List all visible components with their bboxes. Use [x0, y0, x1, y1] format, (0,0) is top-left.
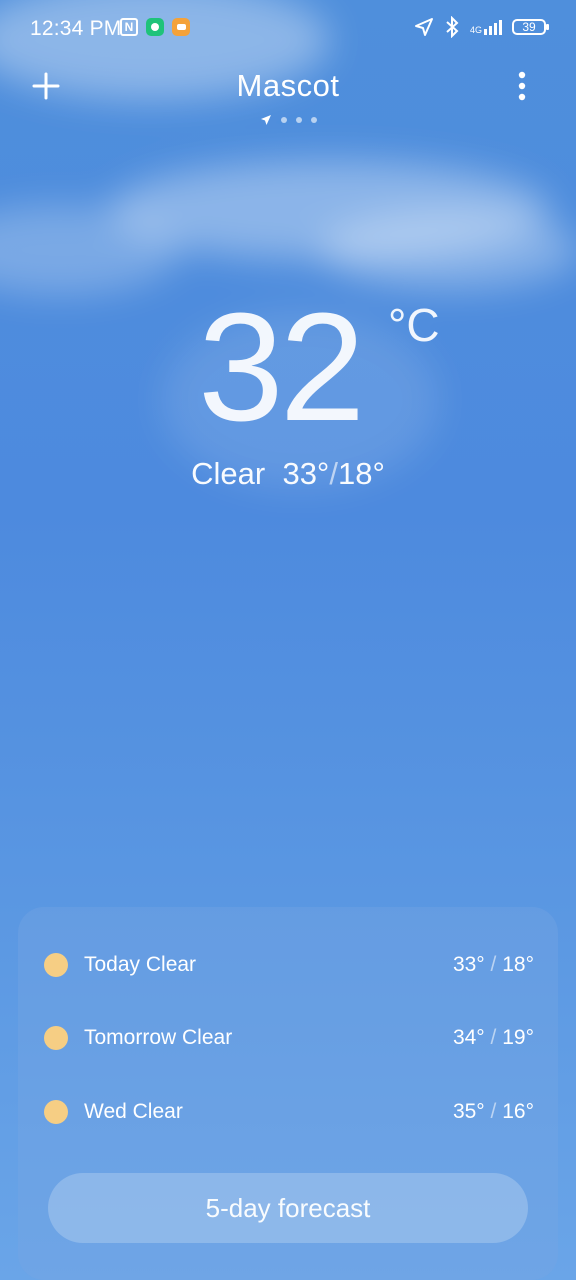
page-dot: [310, 117, 317, 123]
forecast-day-label: Wed Clear: [84, 1100, 183, 1123]
battery-level: 39: [522, 20, 536, 34]
more-vertical-icon: [518, 71, 526, 101]
city-name[interactable]: Mascot: [0, 68, 576, 104]
page-dot: [295, 117, 302, 123]
forecast-card: Today Clear 33° / 18° Tomorrow Clear 34°…: [18, 907, 558, 1280]
bluetooth-icon: [446, 16, 459, 38]
page-dot: [280, 117, 287, 123]
more-options-button[interactable]: [508, 68, 536, 104]
forecast-high: 33°: [452, 953, 485, 976]
forecast-day-label: Today Clear: [84, 953, 197, 976]
forecast-high: 35°: [452, 1100, 485, 1123]
forecast-low: 19°: [502, 1026, 534, 1049]
temperature-unit: °C: [388, 299, 440, 351]
sun-icon: [44, 953, 68, 977]
battery-icon: 39: [512, 19, 549, 35]
current-high: 33°: [282, 456, 330, 491]
notification-icons: N: [120, 18, 190, 36]
network-type: 4G: [469, 24, 482, 35]
current-condition: Clear: [191, 456, 266, 491]
current-low: 18°: [337, 456, 385, 491]
status-bar: 12:34 PM N 4G 39: [0, 0, 576, 60]
status-time: 12:34 PM: [30, 17, 122, 40]
five-day-forecast-button[interactable]: 5-day forecast: [48, 1173, 528, 1243]
nfc-icon: N: [120, 18, 138, 36]
forecast-low: 16°: [502, 1100, 534, 1123]
forecast-low: 18°: [502, 953, 534, 976]
location-icon: [414, 18, 433, 36]
forecast-temp-range: 33° / 18°: [452, 953, 534, 976]
sun-icon: [44, 1100, 68, 1124]
system-icons: 4G 39: [414, 16, 549, 38]
signal-icon: 4G: [469, 19, 502, 35]
forecast-temp-range: 35° / 16°: [452, 1100, 534, 1123]
current-temperature: 32: [198, 281, 365, 453]
forecast-temp-range: 34° / 19°: [452, 1026, 534, 1049]
location-arrow-icon: [260, 115, 271, 125]
forecast-high: 34°: [452, 1026, 485, 1049]
forecast-day-label: Tomorrow Clear: [84, 1026, 233, 1049]
forecast-row-tomorrow[interactable]: Tomorrow Clear 34° / 19°: [44, 1018, 534, 1058]
sun-icon: [44, 1026, 68, 1050]
page-indicator: [0, 114, 576, 126]
current-summary: Clear 33°/18°: [191, 456, 385, 491]
forecast-row-wed[interactable]: Wed Clear 35° / 16°: [44, 1092, 534, 1132]
message-icon: [172, 18, 190, 36]
shield-icon: [146, 18, 164, 36]
forecast-row-today[interactable]: Today Clear 33° / 18°: [44, 945, 534, 985]
